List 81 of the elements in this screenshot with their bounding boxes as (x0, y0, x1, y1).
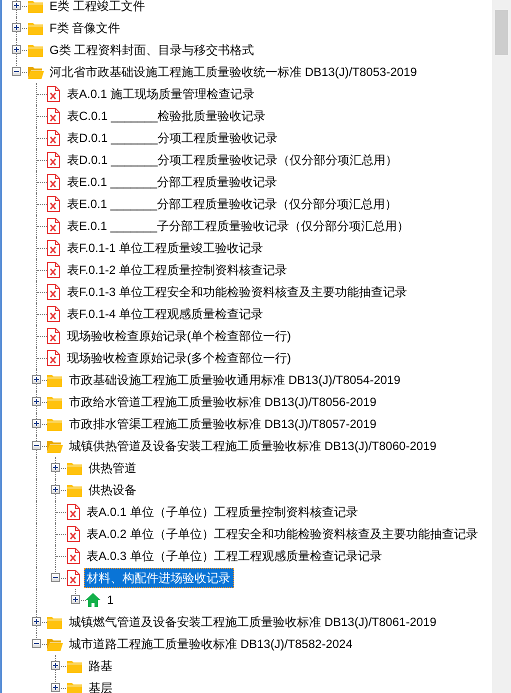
tree-item[interactable]: 表D.0.1 _______分项工程质量验收记录（仅分部分项汇总用） (64, 150, 401, 170)
tree-item[interactable]: 市政给水管道工程施工质量验收标准 DB13(J)/T8056-2019 (66, 392, 380, 412)
folder-icon (46, 394, 63, 410)
home-icon (85, 592, 101, 608)
collapse-button[interactable] (32, 441, 40, 450)
scrollbar[interactable] (492, 0, 511, 693)
tree-item[interactable]: 材料、构配件进场验收记录 (84, 568, 234, 588)
collapse-button[interactable] (12, 67, 21, 76)
expand-button[interactable] (51, 661, 60, 670)
document-error-icon (66, 525, 80, 543)
tree-item[interactable]: 表D.0.1 _______分项工程质量验收记录 (64, 128, 281, 148)
folder-icon (66, 680, 82, 693)
tree-item[interactable]: 表A.0.1 施工现场质量管理检查记录 (64, 84, 258, 104)
document-error-icon (46, 107, 61, 125)
tree-item[interactable]: 表A.0.3 单位（子单位）工程工程观感质量检查记录记录 (84, 546, 385, 566)
document-error-icon (66, 547, 80, 565)
folder-icon (66, 460, 82, 476)
document-error-icon (46, 173, 61, 191)
document-error-icon (66, 503, 80, 521)
expand-button[interactable] (51, 683, 60, 692)
tree-item[interactable]: 表F.0.1-2 单位工程质量控制资料核查记录 (64, 260, 290, 280)
folder-icon (26, 42, 44, 58)
tree-item[interactable]: 路基 (86, 656, 116, 676)
expand-button[interactable] (12, 23, 21, 32)
document-error-icon (46, 239, 61, 257)
document-error-icon (46, 151, 61, 169)
folder-icon (46, 438, 63, 454)
tree-item[interactable]: 供热设备 (86, 480, 140, 500)
document-error-icon (46, 327, 61, 345)
tree-item[interactable]: 城镇供热管道及设备安装工程施工质量验收标准 DB13(J)/T8060-2019 (66, 436, 440, 456)
expand-button[interactable] (70, 595, 80, 604)
expand-button[interactable] (32, 397, 40, 406)
expand-button[interactable] (32, 617, 40, 626)
folder-icon (26, 20, 44, 36)
tree-item[interactable]: G类 工程资料封面、目录与移交书格式 (46, 40, 258, 60)
tree-item[interactable]: E类 工程竣工文件 (46, 0, 148, 16)
folder-icon (46, 372, 63, 388)
tree-item[interactable]: 表A.0.2 单位（子单位）工程安全和功能检验资料核查及主要功能抽查记录 (84, 524, 481, 544)
tree-item[interactable]: 市政排水管渠工程施工质量验收标准 DB13(J)/T8057-2019 (66, 414, 380, 434)
expand-button[interactable] (32, 375, 40, 384)
folder-icon (66, 658, 82, 674)
collapse-button[interactable] (51, 573, 60, 582)
document-error-icon (46, 195, 61, 213)
tree-item[interactable]: 表F.0.1-1 单位工程质量竣工验收记录 (64, 238, 266, 258)
document-error-icon (46, 349, 61, 367)
expand-button[interactable] (32, 419, 40, 428)
collapse-button[interactable] (32, 639, 40, 648)
tree-item[interactable]: 表F.0.1-4 单位工程观感质量检查记录 (64, 304, 266, 324)
folder-icon (26, 0, 44, 14)
tree-item[interactable]: 现场验收检查原始记录(多个检查部位一行) (64, 348, 294, 368)
tree-item[interactable]: 表A.0.1 单位（子单位）工程质量控制资料核查记录 (84, 502, 361, 522)
document-error-icon (66, 569, 80, 587)
expand-button[interactable] (12, 1, 21, 10)
tree-item[interactable]: 表E.0.1 _______子分部工程质量验收记录（仅分部分项汇总用） (64, 216, 412, 236)
scrollbar-thumb[interactable] (495, 10, 508, 55)
expand-button[interactable] (51, 485, 60, 494)
expand-button[interactable] (51, 463, 60, 472)
document-error-icon (46, 217, 61, 235)
document-error-icon (46, 129, 61, 147)
document-error-icon (46, 261, 61, 279)
folder-icon (46, 636, 63, 652)
tree-item[interactable]: 市政基础设施工程施工质量验收通用标准 DB13(J)/T8054-2019 (66, 370, 404, 390)
tree-item[interactable]: 供热管道 (86, 458, 140, 478)
tree-item[interactable]: 表E.0.1 _______分部工程质量验收记录 (64, 172, 280, 192)
document-error-icon (46, 85, 61, 103)
document-error-icon (46, 283, 61, 301)
tree-item[interactable]: 表E.0.1 _______分部工程质量验收记录（仅分部分项汇总用） (64, 194, 400, 214)
document-error-icon (46, 305, 61, 323)
folder-icon (66, 482, 82, 498)
expand-button[interactable] (12, 45, 21, 54)
tree-item[interactable]: 城市道路工程施工质量验收标准 DB13(J)/T8582-2024 (66, 634, 356, 654)
tree-item[interactable]: 1 (104, 590, 117, 610)
tree-item[interactable]: 现场验收检查原始记录(单个检查部位一行) (64, 326, 294, 346)
folder-icon (46, 416, 63, 432)
tree-item[interactable]: 城镇燃气管道及设备安装工程施工质量验收标准 DB13(J)/T8061-2019 (66, 612, 440, 632)
tree-item[interactable]: 表C.0.1 _______检验批质量验收记录 (64, 106, 269, 126)
tree-item[interactable]: F类 音像文件 (46, 18, 124, 38)
folder-icon (46, 614, 63, 630)
folder-icon (26, 64, 44, 80)
tree-item[interactable]: 表F.0.1-3 单位工程安全和功能检验资料核查及主要功能抽查记录 (64, 282, 410, 302)
tree-item[interactable]: 河北省市政基础设施工程施工质量验收统一标准 DB13(J)/T8053-2019 (46, 62, 420, 82)
